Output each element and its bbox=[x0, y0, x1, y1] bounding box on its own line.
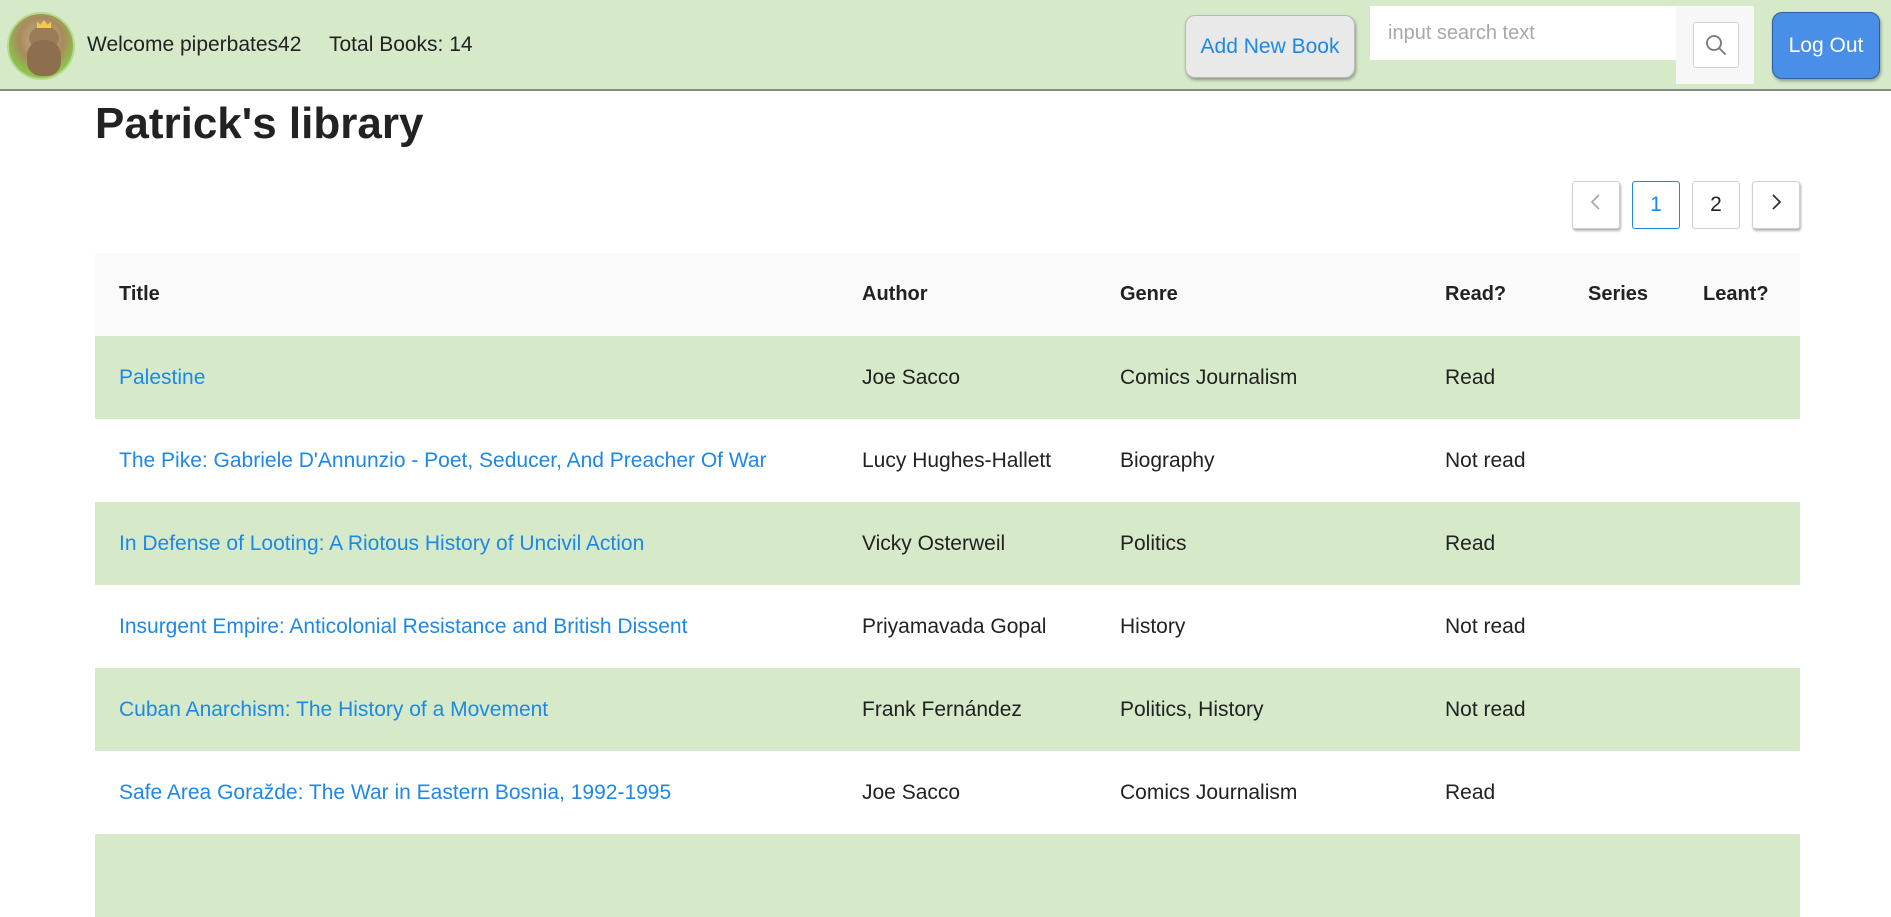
previous-page-button[interactable] bbox=[1572, 181, 1620, 229]
book-author: Joe Sacco bbox=[862, 781, 961, 804]
table-row[interactable]: Safe Area Goražde: The War in Eastern Bo… bbox=[95, 751, 1800, 834]
book-title-link[interactable]: Cuban Anarchism: The History of a Moveme… bbox=[119, 698, 548, 721]
total-books-count: Total Books: 14 bbox=[329, 33, 473, 56]
top-navbar: Welcome piperbates42 Total Books: 14 Add… bbox=[0, 0, 1891, 91]
chevron-left-icon bbox=[1590, 194, 1600, 210]
books-table: Title Author Genre Read? Series Leant? P… bbox=[95, 253, 1800, 917]
book-genre: Comics Journalism bbox=[1120, 366, 1298, 389]
column-header-read[interactable]: Read? bbox=[1445, 253, 1506, 336]
book-genre: History bbox=[1120, 615, 1186, 638]
table-row[interactable]: Insurgent Empire: Anticolonial Resistanc… bbox=[95, 585, 1800, 668]
table-row[interactable]: In Defense of Looting: A Riotous History… bbox=[95, 502, 1800, 585]
search-bar bbox=[1370, 6, 1754, 84]
book-title-link[interactable]: The Pike: Gabriele D'Annunzio - Poet, Se… bbox=[119, 449, 767, 472]
column-header-series[interactable]: Series bbox=[1588, 253, 1648, 336]
search-input[interactable] bbox=[1370, 6, 1676, 60]
table-row[interactable]: The Pike: Gabriele D'Annunzio - Poet, Se… bbox=[95, 419, 1800, 502]
chevron-right-icon bbox=[1772, 194, 1782, 210]
book-read-status: Read bbox=[1445, 366, 1496, 389]
book-read-status: Read bbox=[1445, 781, 1496, 804]
log-out-button[interactable]: Log Out bbox=[1772, 12, 1880, 79]
book-genre: Comics Journalism bbox=[1120, 781, 1298, 804]
table-row[interactable]: Cuban Anarchism: The History of a Moveme… bbox=[95, 668, 1800, 751]
column-header-genre[interactable]: Genre bbox=[1120, 253, 1178, 336]
welcome-text: Welcome piperbates42 bbox=[87, 33, 302, 56]
book-genre: Politics bbox=[1120, 532, 1187, 555]
book-title-link[interactable]: Insurgent Empire: Anticolonial Resistanc… bbox=[119, 615, 687, 638]
book-author: Frank Fernández bbox=[862, 698, 1022, 721]
page-1-button[interactable]: 1 bbox=[1632, 181, 1680, 229]
crown-icon bbox=[37, 20, 51, 28]
book-read-status: Not read bbox=[1445, 698, 1526, 721]
next-page-button[interactable] bbox=[1752, 181, 1800, 229]
user-avatar[interactable] bbox=[7, 12, 75, 80]
book-read-status: Not read bbox=[1445, 615, 1526, 638]
search-button-area bbox=[1676, 6, 1754, 84]
add-new-book-button[interactable]: Add New Book bbox=[1185, 15, 1355, 78]
book-title-link[interactable]: Palestine bbox=[119, 366, 205, 389]
page-2-button[interactable]: 2 bbox=[1692, 181, 1740, 229]
search-button[interactable] bbox=[1693, 22, 1739, 68]
column-header-title[interactable]: Title bbox=[119, 253, 160, 336]
book-author: Joe Sacco bbox=[862, 366, 961, 389]
bear-body-shape bbox=[27, 40, 61, 76]
book-genre: Politics, History bbox=[1120, 698, 1264, 721]
book-author: Lucy Hughes-Hallett bbox=[862, 449, 1052, 472]
book-author: Vicky Osterweil bbox=[862, 532, 1006, 555]
book-read-status: Read bbox=[1445, 532, 1496, 555]
table-row[interactable]: Palestine Joe Sacco Comics Journalism Re… bbox=[95, 336, 1800, 419]
book-genre: Biography bbox=[1120, 449, 1215, 472]
column-header-leant[interactable]: Leant? bbox=[1703, 253, 1769, 336]
search-icon bbox=[1706, 35, 1726, 55]
book-author: Priyamavada Gopal bbox=[862, 615, 1047, 638]
table-row[interactable] bbox=[95, 834, 1800, 917]
page-title: Patrick's library bbox=[95, 99, 424, 148]
book-title-link[interactable]: Safe Area Goražde: The War in Eastern Bo… bbox=[119, 781, 671, 804]
book-title-link[interactable]: In Defense of Looting: A Riotous History… bbox=[119, 532, 644, 555]
column-header-author[interactable]: Author bbox=[862, 253, 928, 336]
book-read-status: Not read bbox=[1445, 449, 1526, 472]
table-header-row: Title Author Genre Read? Series Leant? bbox=[95, 253, 1800, 336]
